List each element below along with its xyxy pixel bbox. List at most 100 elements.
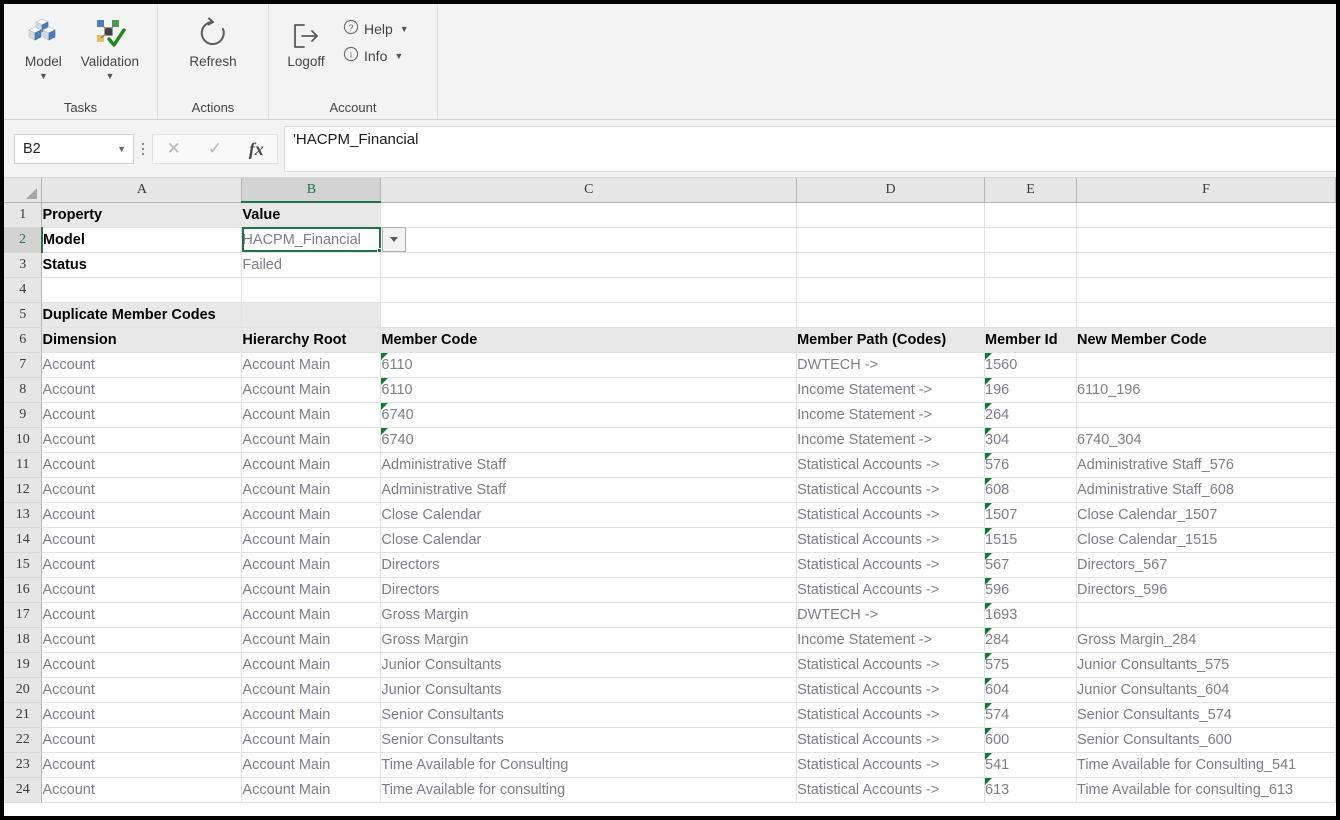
name-box-chevron-down-icon[interactable]: ▼: [117, 144, 129, 154]
row-header[interactable]: 5: [4, 302, 43, 328]
cell-F13[interactable]: Close Calendar_1507: [1076, 502, 1336, 528]
cell-A12[interactable]: Account: [41, 477, 243, 503]
row-header[interactable]: 20: [4, 677, 43, 703]
cell-B18[interactable]: Account Main: [241, 627, 382, 653]
row-header[interactable]: 21: [4, 702, 43, 728]
insert-function-icon[interactable]: fx: [237, 135, 275, 163]
cell-C24[interactable]: Time Available for consulting: [380, 777, 798, 803]
cell-C2[interactable]: [380, 227, 798, 253]
cell-C14[interactable]: Close Calendar: [380, 527, 798, 553]
cell-E3[interactable]: [984, 252, 1077, 278]
row-header[interactable]: 6: [4, 327, 43, 353]
cell-D11[interactable]: Statistical Accounts ->: [796, 452, 986, 478]
cell-D12[interactable]: Statistical Accounts ->: [796, 477, 986, 503]
cell-C8[interactable]: 6110: [380, 377, 798, 403]
cell-E14[interactable]: 1515: [984, 527, 1077, 553]
cell-A4[interactable]: [41, 277, 243, 303]
cell-C15[interactable]: Directors: [380, 552, 798, 578]
cell-D3[interactable]: [796, 252, 986, 278]
cell-E8[interactable]: 196: [984, 377, 1077, 403]
cell-A21[interactable]: Account: [41, 702, 243, 728]
cell-A23[interactable]: Account: [41, 752, 243, 778]
cell-E23[interactable]: 541: [984, 752, 1077, 778]
cell-B4[interactable]: [241, 277, 382, 303]
row-header[interactable]: 8: [4, 377, 43, 403]
cell-C10[interactable]: 6740: [380, 427, 798, 453]
cell-A11[interactable]: Account: [41, 452, 243, 478]
cell-E9[interactable]: 264: [984, 402, 1077, 428]
row-header[interactable]: 12: [4, 477, 43, 503]
cell-A14[interactable]: Account: [41, 527, 243, 553]
cell-F7[interactable]: [1076, 352, 1336, 378]
row-header[interactable]: 2: [4, 227, 43, 253]
cell-D14[interactable]: Statistical Accounts ->: [796, 527, 986, 553]
cell-E6[interactable]: Member Id: [984, 327, 1077, 353]
cell-E19[interactable]: 575: [984, 652, 1077, 678]
confirm-formula-icon[interactable]: ✓: [196, 135, 234, 163]
cell-C4[interactable]: [380, 277, 798, 303]
cell-A10[interactable]: Account: [41, 427, 243, 453]
cell-C7[interactable]: 6110: [380, 352, 798, 378]
cell-B13[interactable]: Account Main: [241, 502, 382, 528]
cell-D8[interactable]: Income Statement ->: [796, 377, 986, 403]
cell-C20[interactable]: Junior Consultants: [380, 677, 798, 703]
cell-B3[interactable]: Failed: [241, 252, 382, 278]
refresh-button[interactable]: Refresh: [175, 10, 251, 70]
cell-B2[interactable]: HACPM_Financial: [241, 227, 382, 253]
cell-C6[interactable]: Member Code: [380, 327, 798, 353]
cell-E11[interactable]: 576: [984, 452, 1077, 478]
cell-A7[interactable]: Account: [41, 352, 243, 378]
cell-B24[interactable]: Account Main: [241, 777, 382, 803]
cell-B9[interactable]: Account Main: [241, 402, 382, 428]
column-header-f[interactable]: F: [1076, 178, 1336, 203]
cell-E21[interactable]: 574: [984, 702, 1077, 728]
cell-B6[interactable]: Hierarchy Root: [241, 327, 382, 353]
cell-F17[interactable]: [1076, 602, 1336, 628]
cell-F1[interactable]: [1076, 202, 1336, 228]
cell-F12[interactable]: Administrative Staff_608: [1076, 477, 1336, 503]
select-all-corner[interactable]: [4, 178, 43, 203]
cell-C23[interactable]: Time Available for Consulting: [380, 752, 798, 778]
cell-C1[interactable]: [380, 202, 798, 228]
cell-F2[interactable]: [1076, 227, 1336, 253]
cell-B11[interactable]: Account Main: [241, 452, 382, 478]
cell-B20[interactable]: Account Main: [241, 677, 382, 703]
cell-D13[interactable]: Statistical Accounts ->: [796, 502, 986, 528]
cell-E17[interactable]: 1693: [984, 602, 1077, 628]
cell-A24[interactable]: Account: [41, 777, 243, 803]
row-header[interactable]: 16: [4, 577, 43, 603]
cell-D17[interactable]: DWTECH ->: [796, 602, 986, 628]
cell-E18[interactable]: 284: [984, 627, 1077, 653]
cell-B12[interactable]: Account Main: [241, 477, 382, 503]
cell-C22[interactable]: Senior Consultants: [380, 727, 798, 753]
cell-F24[interactable]: Time Available for consulting_613: [1076, 777, 1336, 803]
cell-B22[interactable]: Account Main: [241, 727, 382, 753]
row-header[interactable]: 23: [4, 752, 43, 778]
cell-D15[interactable]: Statistical Accounts ->: [796, 552, 986, 578]
cell-E10[interactable]: 304: [984, 427, 1077, 453]
cell-C13[interactable]: Close Calendar: [380, 502, 798, 528]
cell-E13[interactable]: 1507: [984, 502, 1077, 528]
name-box[interactable]: B2 ▼: [14, 133, 134, 164]
column-header-b[interactable]: B: [241, 178, 382, 203]
cell-C12[interactable]: Administrative Staff: [380, 477, 798, 503]
cell-A17[interactable]: Account: [41, 602, 243, 628]
cell-E16[interactable]: 596: [984, 577, 1077, 603]
cell-C21[interactable]: Senior Consultants: [380, 702, 798, 728]
cell-C3[interactable]: [380, 252, 798, 278]
cell-F21[interactable]: Senior Consultants_574: [1076, 702, 1336, 728]
row-header[interactable]: 13: [4, 502, 43, 528]
row-header[interactable]: 19: [4, 652, 43, 678]
cell-D1[interactable]: [796, 202, 986, 228]
row-header[interactable]: 9: [4, 402, 43, 428]
cell-B16[interactable]: Account Main: [241, 577, 382, 603]
validation-button[interactable]: Validation ▼: [73, 10, 147, 81]
cell-F9[interactable]: [1076, 402, 1336, 428]
cell-C9[interactable]: 6740: [380, 402, 798, 428]
cell-F8[interactable]: 6110_196: [1076, 377, 1336, 403]
column-header-d[interactable]: D: [796, 178, 986, 203]
cell-A20[interactable]: Account: [41, 677, 243, 703]
formula-input[interactable]: 'HACPM_Financial: [284, 125, 1336, 172]
cell-F14[interactable]: Close Calendar_1515: [1076, 527, 1336, 553]
cell-F4[interactable]: [1076, 277, 1336, 303]
